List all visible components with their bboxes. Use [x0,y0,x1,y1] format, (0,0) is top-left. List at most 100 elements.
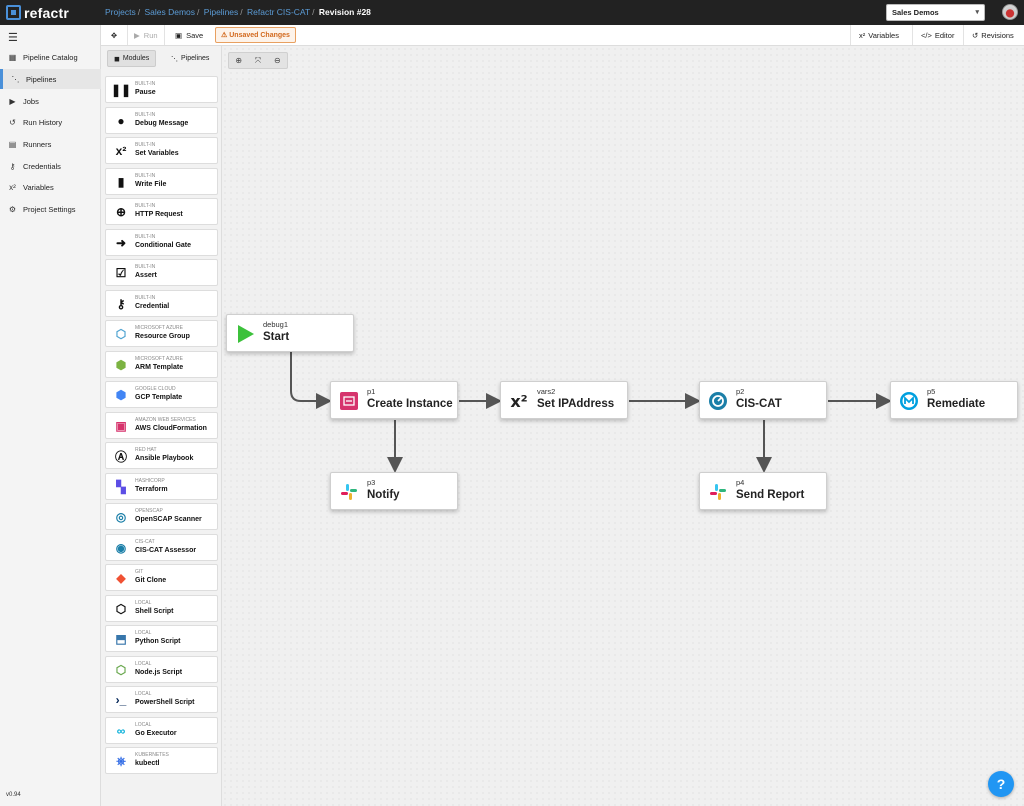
module-item[interactable]: ➜ BUILT-IN Conditional Gate [105,228,218,256]
module-item[interactable]: ⊕ BUILT-IN HTTP Request [105,198,218,225]
run-button[interactable]: ▶ Run [128,25,165,45]
node-p5[interactable]: p5 Remediate [890,381,1018,419]
hamburger-menu-icon[interactable]: ☰ [8,31,18,44]
avatar[interactable] [1002,4,1018,20]
tab-pipelines[interactable]: ⋱ Pipelines [165,50,215,67]
tab-label: Modules [122,55,150,62]
node-p1[interactable]: p1 Create Instance [330,381,458,419]
node-id: p4 [736,478,745,487]
module-category: LOCAL [135,691,152,697]
module-category: BUILT-IN [135,233,156,240]
module-item[interactable]: ◎ OPENSCAP OpenSCAP Scanner [105,503,218,530]
module-name: AWS CloudFormation [135,424,207,432]
module-item[interactable]: ∞ LOCAL Go Executor [105,716,218,744]
sidebar-item-pipelines[interactable]: ⋱ Pipelines [0,69,101,89]
module-item[interactable]: ☑ BUILT-IN Assert [105,259,218,286]
zoom-in-icon[interactable]: ⊕ [229,53,248,68]
module-item[interactable]: ⬢ MICROSOFT AZURE ARM Template [105,350,218,378]
fit-screen-icon[interactable]: ⤧ [248,53,267,68]
zoom-controls: ⊕ ⤧ ⊖ [228,52,288,69]
module-name: Shell Script [135,607,174,615]
sidebar-item-runners[interactable]: ▤ Runners [0,134,101,154]
module-name: Python Script [135,638,181,645]
org-select-value: Sales Demos [892,8,939,17]
zoom-out-icon[interactable]: ⊖ [268,53,287,68]
module-item[interactable]: ⬡ LOCAL Node.js Script [105,655,218,683]
module-category: BUILT-IN [135,111,156,118]
node-p4[interactable]: p4 Send Report [699,472,827,510]
breadcrumb-pipeline[interactable]: Refactr CIS-CAT [247,7,310,17]
node-vars2[interactable]: x² vars2 Set IPAddress [500,381,628,419]
file-icon: ▮ [117,174,125,189]
node-title: Notify [367,489,400,501]
variables-button[interactable]: x² Variables [850,25,907,45]
node-p3[interactable]: p3 Notify [330,472,458,510]
key-icon: ⚷ [116,296,126,311]
module-name: Write File [135,180,167,188]
module-category: BUILT-IN [135,142,156,148]
sidebar-item-label: Pipelines [26,74,57,84]
sidebar-item-variables[interactable]: x² Variables [0,177,101,197]
module-item[interactable]: ● BUILT-IN Debug Message [105,106,218,134]
module-item[interactable]: ▚ HASHICORP Terraform [105,472,218,500]
module-name: HTTP Request [135,211,183,218]
module-item[interactable]: ⬡ MICROSOFT AZURE Resource Group [105,320,218,347]
node-id: p1 [367,387,376,396]
module-item[interactable]: ▮ BUILT-IN Write File [105,167,218,195]
breadcrumb-sales-demos[interactable]: Sales Demos [144,7,195,17]
sidebar-item-pipeline-catalog[interactable]: ▦ Pipeline Catalog [0,47,101,67]
pipeline-edges [290,352,892,473]
module-item[interactable]: ▣ AMAZON WEB SERVICES AWS CloudFormation [105,411,218,439]
module-item[interactable]: ◆ GIT Git Clone [105,564,218,591]
refactr-logo[interactable]: refactr [6,4,69,21]
revisions-button[interactable]: ↺ Revisions [963,25,1022,45]
module-item[interactable]: ›_ LOCAL PowerShell Script [105,686,218,713]
sidebar-item-label: Run History [23,117,63,127]
pipeline-canvas[interactable]: ⊕ ⤧ ⊖ debug1 Start p1 Create Instance x²… [222,46,1024,806]
module-name: GCP Template [135,394,183,401]
code-icon: </> [921,30,932,40]
module-name: Conditional Gate [135,241,191,249]
module-item[interactable]: ⬡ LOCAL Shell Script [105,594,218,622]
module-name: Resource Group [135,333,190,340]
org-select[interactable]: Sales Demos ▾ [886,4,985,21]
sidebar-item-jobs[interactable]: ▶ Jobs [0,91,101,111]
node-title: Create Instance [367,398,453,410]
node-id: p5 [927,387,936,396]
kubernetes-icon: ⎈ [116,753,126,768]
sidebar-item-credentials[interactable]: ⚷ Credentials [0,156,101,176]
tab-modules[interactable]: ◼ Modules [107,50,157,67]
checkbox-icon: ☑ [115,266,127,280]
module-item[interactable]: ⎈ KUBERNETES kubectl [105,747,218,774]
superscript-icon: x² [510,391,528,411]
slack-icon [708,482,728,502]
module-item[interactable]: Ⓐ RED HAT Ansible Playbook [105,442,218,469]
sidebar-item-label: Jobs [23,96,39,106]
module-category: CIS-CAT [135,538,155,545]
help-button[interactable]: ? [988,771,1014,797]
node-debug1[interactable]: debug1 Start [226,314,354,352]
breadcrumb-projects[interactable]: Projects [105,7,136,17]
module-item[interactable]: ⬒ LOCAL Python Script [105,625,218,652]
module-item[interactable]: ⚷ BUILT-IN Credential [105,289,218,317]
sidebar-item-label: Pipeline Catalog [23,52,78,62]
toolbar: ✥ ▶ Run ▣ Save ⚠ Unsaved Changes x² Variabl… [101,25,1024,46]
gear-icon: ⚙ [8,204,17,214]
module-item[interactable]: ❚❚ BUILT-IN Pause [105,76,218,103]
breadcrumb-pipelines[interactable]: Pipelines [204,7,239,17]
module-item[interactable]: ◉ CIS-CAT CIS-CAT Assessor [105,533,218,561]
editor-button[interactable]: </> Editor [912,25,962,45]
module-item[interactable]: x² BUILT-IN Set Variables [105,137,218,164]
caret-down-icon: ▾ [975,9,979,16]
module-category: GIT [135,569,144,575]
slack-icon [339,482,359,502]
node-p2[interactable]: p2 CIS-CAT [699,381,827,419]
module-category: MICROSOFT AZURE [135,325,183,331]
settings-button[interactable]: ✥ [101,25,128,45]
save-button[interactable]: ▣ Save [169,25,209,45]
module-item[interactable]: ⬢ GOOGLE CLOUD GCP Template [105,381,218,408]
sidebar-item-project-settings[interactable]: ⚙ Project Settings [0,199,101,219]
sidebar-item-run-history[interactable]: ↺ Run History [0,112,101,132]
superscript-icon: x² [859,30,866,40]
cube-icon: ⬡ [115,601,127,616]
